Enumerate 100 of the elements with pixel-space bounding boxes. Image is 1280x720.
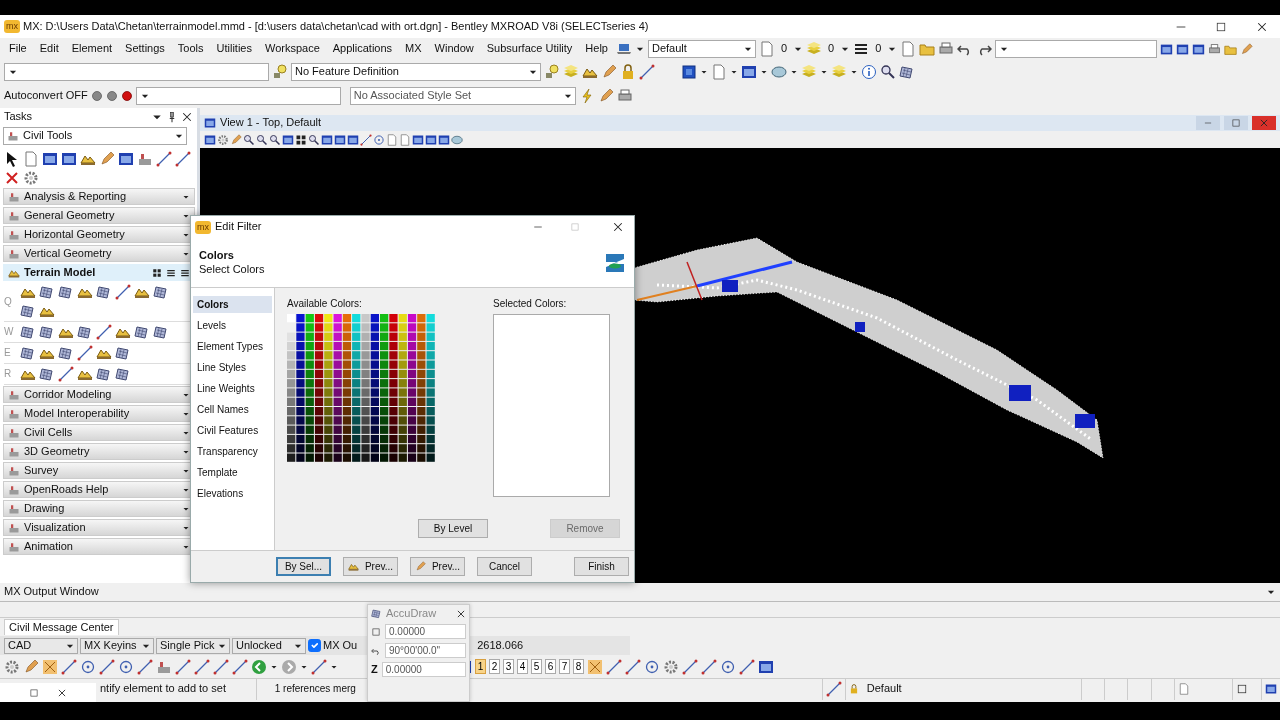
line-tool-icon[interactable]	[825, 681, 842, 697]
view-button[interactable]: 7	[559, 659, 570, 674]
nav-item[interactable]: Colors	[193, 296, 272, 313]
gear-icon[interactable]	[663, 658, 679, 675]
nav-item[interactable]: Civil Features	[193, 422, 272, 439]
toolset-dropdown[interactable]: Civil Tools	[3, 127, 187, 145]
window-icon[interactable]	[741, 64, 757, 80]
pencil-icon[interactable]	[23, 658, 39, 675]
record-icon[interactable]	[120, 90, 133, 102]
caret-icon[interactable]	[730, 68, 738, 76]
window-icon[interactable]	[758, 658, 774, 675]
window-icon[interactable]	[1192, 42, 1206, 56]
list-view-icon[interactable]	[853, 41, 870, 57]
surface-icon[interactable]	[77, 324, 93, 340]
line-tool-icon[interactable]	[96, 324, 112, 340]
nav-item[interactable]: Line Styles	[193, 359, 272, 376]
surface-icon[interactable]	[115, 366, 131, 382]
menu-item[interactable]: Help	[580, 42, 613, 56]
close-icon[interactable]	[612, 221, 624, 233]
zoom-icon[interactable]	[256, 133, 268, 146]
line-tool-icon[interactable]	[701, 658, 717, 675]
menu-item[interactable]: Element	[66, 42, 118, 56]
globe-icon[interactable]	[771, 64, 787, 80]
line-tool-icon[interactable]	[639, 64, 655, 80]
nav-item[interactable]: Cell Names	[193, 401, 272, 418]
input-field[interactable]: 90°00'00.0"	[385, 643, 466, 659]
surface-icon[interactable]	[96, 284, 112, 300]
input-field[interactable]: 0.00000	[381, 662, 466, 678]
footer-button[interactable]: Cancel	[477, 557, 532, 576]
close-icon[interactable]	[57, 687, 67, 698]
globe-icon[interactable]	[451, 133, 463, 146]
menu-item[interactable]: Workspace	[259, 42, 325, 56]
line-tool-icon[interactable]	[77, 345, 93, 361]
grid-view-icon[interactable]	[152, 267, 162, 278]
line-tool-icon[interactable]	[311, 658, 327, 675]
window-icon[interactable]	[282, 133, 294, 146]
snap-icon[interactable]	[587, 658, 603, 675]
mode-dropdown[interactable]: Unlocked	[232, 637, 306, 654]
surface-icon[interactable]	[20, 345, 36, 361]
view-button[interactable]: 3	[503, 659, 514, 674]
maximize-icon[interactable]	[1215, 20, 1227, 33]
maximize-icon[interactable]	[1235, 683, 1248, 695]
line-tool-icon[interactable]	[213, 658, 229, 675]
circle-tool-icon[interactable]	[80, 658, 96, 675]
menu-item[interactable]: Applications	[327, 42, 398, 56]
mode-dropdown[interactable]: Single Pick	[156, 637, 230, 654]
footer-button[interactable]: Prev...	[343, 557, 398, 576]
footer-button[interactable]: Finish	[574, 557, 629, 576]
delete-icon[interactable]	[4, 170, 20, 186]
grid-view-icon[interactable]	[295, 133, 307, 146]
line-tool-icon[interactable]	[99, 658, 115, 675]
line-tool-icon[interactable]	[61, 658, 77, 675]
window-icon[interactable]	[42, 151, 58, 167]
message-center-tab[interactable]: Civil Message Center	[4, 618, 119, 636]
window-icon[interactable]	[118, 151, 134, 167]
window-icon[interactable]	[438, 133, 450, 146]
style-set-dropdown[interactable]: No Associated Style Set	[349, 87, 576, 105]
nav-item[interactable]: Elevations	[193, 485, 272, 502]
view-button[interactable]: 2	[489, 659, 500, 674]
laptop-icon[interactable]	[615, 41, 632, 57]
cube-icon[interactable]	[681, 64, 697, 80]
view-button[interactable]: 6	[545, 659, 556, 674]
gear-icon[interactable]	[217, 133, 229, 146]
caret-icon[interactable]	[760, 68, 768, 76]
window-icon[interactable]	[1265, 683, 1277, 695]
surface-icon[interactable]	[96, 366, 112, 382]
bulb-icon[interactable]	[272, 64, 288, 80]
window-icon[interactable]	[412, 133, 424, 146]
menu-item[interactable]: Subsurface Utility	[481, 42, 578, 56]
footer-button[interactable]: Prev...	[410, 557, 465, 576]
printer-icon[interactable]	[938, 41, 955, 57]
list-view-icon[interactable]	[166, 267, 176, 278]
bulb-icon[interactable]	[544, 64, 560, 80]
footer-button[interactable]: By Sel...	[276, 557, 331, 576]
by-level-button[interactable]: By Level	[418, 519, 488, 538]
line-tool-icon[interactable]	[156, 151, 172, 167]
surface-icon[interactable]	[115, 345, 131, 361]
nav-item[interactable]: Transparency	[193, 443, 272, 460]
window-icon[interactable]	[61, 151, 77, 167]
window-icon[interactable]	[204, 133, 216, 146]
surface-icon[interactable]	[20, 324, 36, 340]
close-icon[interactable]	[1256, 20, 1268, 33]
nav-item[interactable]: Levels	[193, 317, 272, 334]
nav-item[interactable]: Template	[193, 464, 272, 481]
surface-icon[interactable]	[39, 284, 55, 300]
view-button[interactable]: 5	[531, 659, 542, 674]
line-tool-icon[interactable]	[58, 366, 74, 382]
info-icon[interactable]	[861, 64, 877, 80]
checkbox[interactable]	[308, 639, 321, 652]
line-tool-icon[interactable]	[137, 658, 153, 675]
mode-dropdown[interactable]: MX Keyins	[80, 637, 154, 654]
color-palette-drawing[interactable]	[287, 314, 435, 462]
ball-icon[interactable]	[90, 90, 103, 102]
line-tool-icon[interactable]	[232, 658, 248, 675]
view-button[interactable]: 8	[573, 659, 584, 674]
circle-tool-icon[interactable]	[644, 658, 660, 675]
zoom-icon[interactable]	[269, 133, 281, 146]
menu-item[interactable]: Utilities	[211, 42, 257, 56]
caret-icon[interactable]	[850, 68, 858, 76]
surface-icon[interactable]	[134, 324, 150, 340]
